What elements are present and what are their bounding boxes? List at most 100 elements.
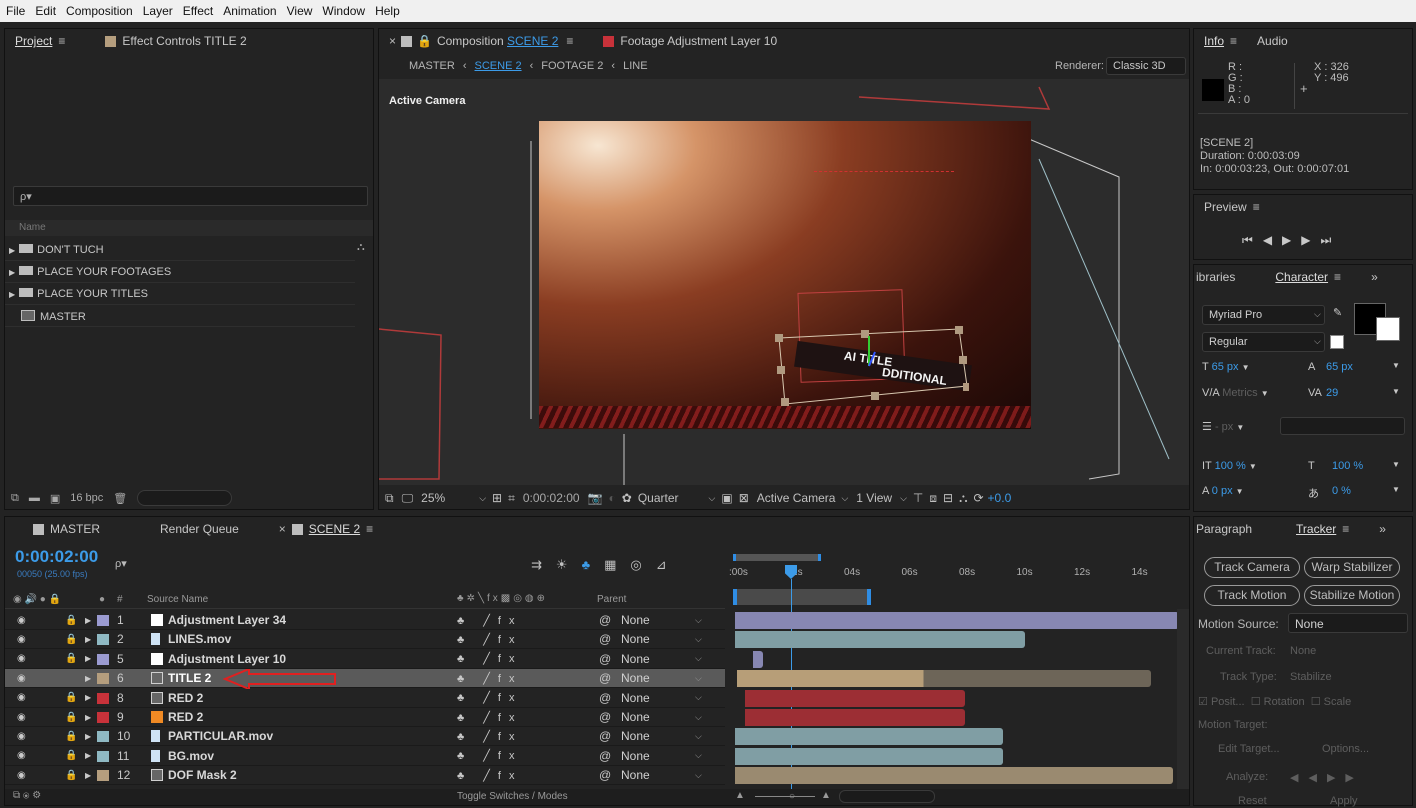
chevron-down-icon[interactable]: ⌵ <box>695 750 702 761</box>
visibility-eye-icon[interactable]: ◉ <box>17 750 26 761</box>
expand-arrow-icon[interactable]: ▶ <box>85 674 91 683</box>
label-color-swatch[interactable] <box>97 653 109 665</box>
crumb-footage2[interactable]: FOOTAGE 2 <box>541 60 603 72</box>
vertical-scale-value[interactable]: 100 % <box>1215 460 1246 472</box>
last-frame-icon[interactable]: ⏭ <box>1321 233 1342 247</box>
chevron-down-icon[interactable]: ⌵ <box>841 493 848 504</box>
safe-margins-icon[interactable]: ⌗ <box>508 491 515 506</box>
layer-row[interactable]: ◉ 🔒 ▶ 5 Adjustment Layer 10 ♣ ╱fx @ None ⌵ <box>5 650 725 669</box>
lock-icon[interactable]: 🔒 <box>65 634 77 645</box>
expand-arrow-icon[interactable]: ▶ <box>9 246 15 255</box>
layer-switches[interactable]: ♣ ╱fx <box>457 691 522 704</box>
layer-duration-bar[interactable] <box>735 728 1003 746</box>
label-color-swatch[interactable] <box>97 750 109 762</box>
edit-target-button[interactable]: Edit Target... <box>1218 743 1280 755</box>
label-color-swatch[interactable] <box>97 673 109 685</box>
label-color-swatch[interactable] <box>97 634 109 646</box>
layer-duration-bar[interactable] <box>753 650 763 668</box>
position-checkbox[interactable]: ☑ <box>1198 696 1208 708</box>
comp-tab-prefix[interactable]: Composition <box>437 34 504 48</box>
lock-icon[interactable]: 🔒 <box>417 34 432 48</box>
expand-arrow-icon[interactable]: ▶ <box>85 616 91 625</box>
comp-tab-name[interactable]: SCENE 2 <box>507 34 558 48</box>
layer-name[interactable]: LINES.mov <box>168 632 231 646</box>
parent-pickwhip-icon[interactable]: @ <box>599 729 611 743</box>
reset-button[interactable]: Reset <box>1238 795 1267 807</box>
fit-icon[interactable]: ⊞ <box>492 491 502 505</box>
toggle-switches-modes[interactable]: Toggle Switches / Modes <box>457 791 568 802</box>
visibility-eye-icon[interactable]: ◉ <box>17 634 26 645</box>
layer-duration-bar[interactable] <box>735 767 1173 785</box>
parent-pickwhip-icon[interactable]: @ <box>599 632 611 646</box>
tab-effect-controls[interactable]: Effect Controls TITLE 2 <box>122 34 246 48</box>
layer-row[interactable]: ◉ ▶ 6 TITLE 2 ♣ ╱fx @ None ⌵ <box>5 669 725 689</box>
lock-icon[interactable]: 🔒 <box>65 731 77 742</box>
chevron-down-icon[interactable]: ⌵ <box>1314 309 1321 320</box>
apply-button[interactable]: Apply <box>1330 795 1358 807</box>
chevron-down-icon[interactable]: ⌵ <box>695 692 702 703</box>
interpret-footage-icon[interactable]: ⧉ <box>11 492 19 505</box>
chevron-down-icon[interactable]: ⌵ <box>695 712 702 723</box>
layer-duration-bar[interactable] <box>735 631 1025 649</box>
chevron-down-icon[interactable]: ⌵ <box>695 634 702 645</box>
bpc-toggle[interactable]: 16 bpc <box>70 492 103 504</box>
parent-dropdown[interactable]: None <box>621 632 650 646</box>
frame-blending-icon[interactable]: ▦ <box>604 557 630 572</box>
color-channel-icon[interactable]: ✿ <box>622 491 632 505</box>
layer-row[interactable]: ◉ 🔒 ▶ 10 PARTICULAR.mov ♣ ╱fx @ None ⌵ <box>5 727 725 747</box>
col-parent[interactable]: Parent <box>597 594 626 605</box>
transparency-grid-icon[interactable]: ⊠ <box>739 491 749 505</box>
first-frame-icon[interactable]: ⏮ <box>1242 233 1263 247</box>
expand-panels-icon[interactable]: » <box>1371 270 1378 284</box>
parent-dropdown[interactable]: None <box>621 671 650 685</box>
comp-viewer[interactable]: Active Camera AI TITLE DDITIONAL <box>379 79 1189 485</box>
menu-window[interactable]: Window <box>322 4 365 18</box>
fast-preview-icon[interactable]: ⧈ <box>929 491 937 506</box>
new-comp-icon[interactable]: ▣ <box>50 492 60 505</box>
track-type-dropdown[interactable]: Stabilize <box>1290 671 1332 683</box>
rotation-checkbox[interactable]: ☐ <box>1251 696 1261 708</box>
timeline-icon[interactable]: ⊟ <box>943 491 953 505</box>
visibility-eye-icon[interactable]: ◉ <box>17 712 26 723</box>
layer-handles[interactable] <box>769 326 969 411</box>
parent-pickwhip-icon[interactable]: @ <box>599 710 611 724</box>
resolution-dropdown[interactable]: Quarter <box>638 491 679 505</box>
expand-arrow-icon[interactable]: ▶ <box>85 693 91 702</box>
analyze-forward-icon[interactable]: ▶ <box>1345 772 1363 784</box>
chevron-down-icon[interactable]: ⌵ <box>695 731 702 742</box>
menu-file[interactable]: File <box>6 4 25 18</box>
chevron-down-icon[interactable]: ⌵ <box>695 653 702 664</box>
flowchart-icon[interactable]: ⛬ <box>959 491 967 506</box>
chevron-down-icon[interactable]: ⌵ <box>900 493 907 504</box>
tab-libraries[interactable]: ibraries <box>1196 270 1235 284</box>
project-filter-field[interactable] <box>137 490 233 506</box>
eyedropper-icon[interactable]: ✎ <box>1333 306 1342 319</box>
tab-footage[interactable]: Footage Adjustment Layer 10 <box>620 34 777 48</box>
project-item[interactable]: ▶ DON'T TUCH <box>5 239 355 261</box>
menu-help[interactable]: Help <box>375 4 400 18</box>
horizontal-scale-value[interactable]: 100 % <box>1332 460 1363 472</box>
parent-dropdown[interactable]: None <box>621 729 650 743</box>
col-name-header[interactable]: Name <box>5 220 373 236</box>
warp-stabilizer-button[interactable]: Warp Stabilizer <box>1304 557 1400 578</box>
time-ruler[interactable]: :00s02s04s06s08s10s12s14s <box>727 551 1187 607</box>
scale-checkbox[interactable]: ☐ <box>1311 696 1321 708</box>
parent-dropdown[interactable]: None <box>621 613 650 627</box>
label-color-swatch[interactable] <box>97 770 109 782</box>
font-size-value[interactable]: 65 px <box>1212 361 1239 373</box>
layer-switches[interactable]: ♣ ╱fx <box>457 652 522 665</box>
layer-name[interactable]: RED 2 <box>168 710 203 724</box>
layer-name[interactable]: RED 2 <box>168 691 203 705</box>
layer-switches[interactable]: ♣ ╱fx <box>457 749 522 762</box>
trash-icon[interactable]: 🗑 <box>113 492 127 505</box>
menu-edit[interactable]: Edit <box>35 4 56 18</box>
layer-switches[interactable]: ♣ ╱fx <box>457 711 522 724</box>
motion-source-dropdown[interactable]: None <box>1288 613 1408 633</box>
tab-preview[interactable]: Preview <box>1204 200 1247 214</box>
pixel-aspect-icon[interactable]: ⊤ <box>913 491 923 505</box>
panel-menu-icon[interactable]: ≡ <box>566 34 573 48</box>
prev-frame-icon[interactable]: ◀ <box>1263 233 1282 247</box>
layer-switches[interactable]: ♣ ╱fx <box>457 633 522 646</box>
expand-arrow-icon[interactable]: ▶ <box>9 268 15 277</box>
analyze-prev-icon[interactable]: ◀ <box>1308 772 1326 784</box>
